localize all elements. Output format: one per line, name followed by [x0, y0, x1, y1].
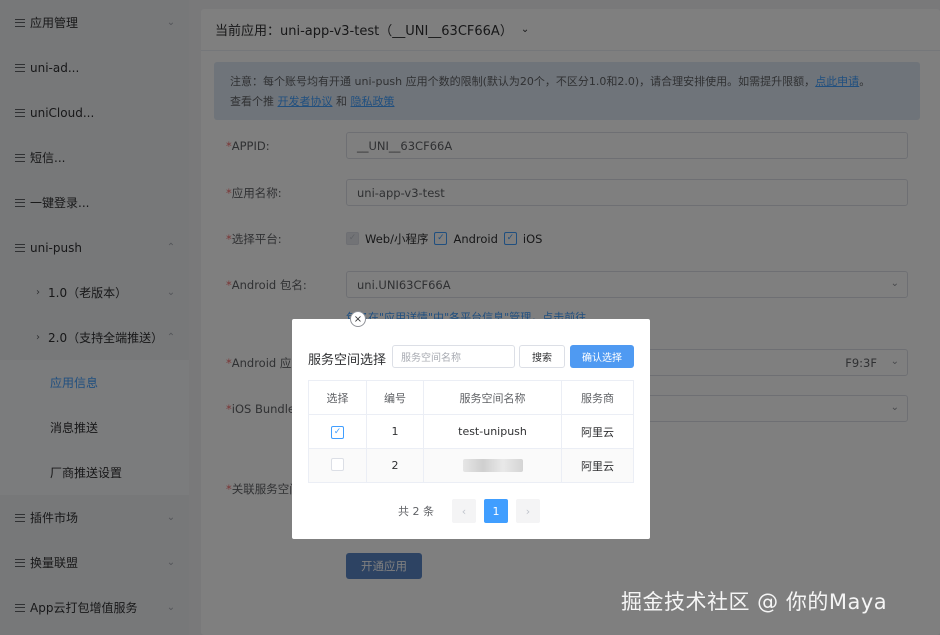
next-page-button[interactable]: › [516, 499, 540, 523]
row-provider: 阿里云 [561, 448, 634, 483]
row-provider: 阿里云 [561, 414, 634, 449]
row-service-space-name: test-unipush [423, 414, 562, 449]
service-space-table: 选择 编号 服务空间名称 服务商 ✓ 1 test-unipush 阿里云 2 … [308, 380, 634, 483]
prev-page-button[interactable]: ‹ [452, 499, 476, 523]
row-number: 1 [366, 414, 424, 449]
column-header-provider: 服务商 [561, 380, 634, 415]
redacted-blur [462, 459, 523, 473]
table-row[interactable]: ✓ 1 test-unipush 阿里云 [308, 414, 634, 449]
search-button[interactable]: 搜索 [519, 345, 565, 368]
pagination-total: 共 2 条 [398, 505, 434, 518]
confirm-select-button[interactable]: 确认选择 [570, 345, 634, 368]
modal-overlay[interactable] [0, 0, 940, 635]
page-1-button[interactable]: 1 [484, 499, 508, 523]
service-space-dialog: 服务空间选择 服务空间名称 搜索 确认选择 选择 编号 服务空间名称 服务商 ✓… [292, 319, 650, 539]
dialog-title: 服务空间选择 [308, 353, 387, 368]
column-header-number: 编号 [366, 380, 424, 415]
table-row[interactable]: 2 阿里云 [308, 448, 634, 483]
watermark: 掘金技术社区 @ 你的Maya [621, 590, 888, 614]
close-dialog-icon[interactable]: × [350, 311, 366, 327]
service-space-search-input[interactable]: 服务空间名称 [392, 345, 515, 368]
table-header-row: 选择 编号 服务空间名称 服务商 [308, 380, 634, 415]
row-number: 2 [366, 448, 424, 483]
row-service-space-name-redacted [423, 448, 562, 483]
row-checkbox-checked[interactable]: ✓ [331, 426, 344, 439]
row-checkbox-unchecked[interactable] [331, 457, 344, 471]
column-header-select: 选择 [308, 380, 367, 415]
pagination: 共 2 条 ‹ 1 › [292, 499, 650, 523]
column-header-name: 服务空间名称 [423, 380, 562, 415]
